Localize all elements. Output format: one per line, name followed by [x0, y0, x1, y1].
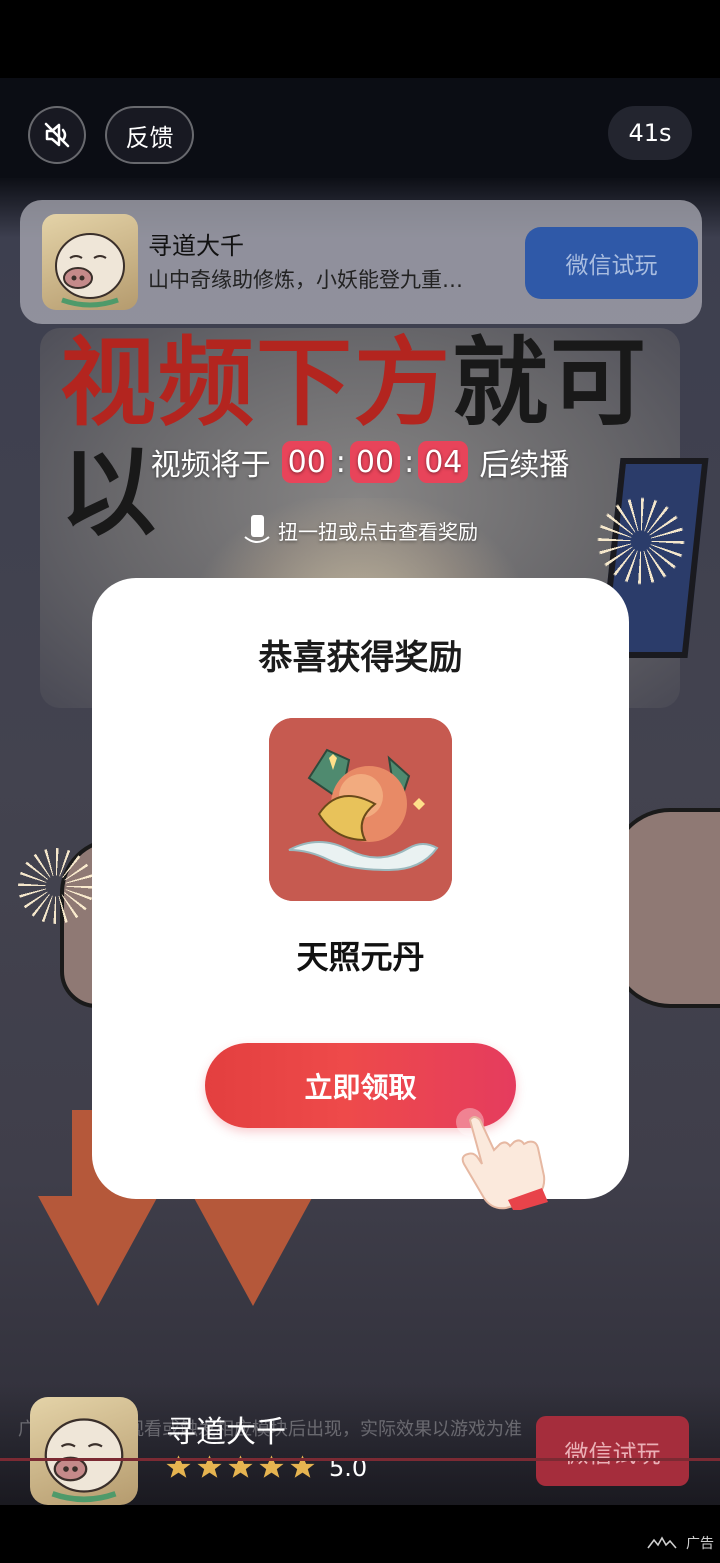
- progress-underline: [0, 1458, 720, 1461]
- ad-label: 广告: [646, 1533, 714, 1553]
- down-arrow-icon: [193, 1196, 313, 1306]
- ad-app-title: 寻道大千: [148, 232, 244, 260]
- mute-button[interactable]: [28, 106, 86, 164]
- countdown-prefix: 视频将于: [150, 448, 271, 483]
- top-controls: 反馈 41s: [0, 78, 720, 178]
- countdown-timer: 41s: [608, 106, 692, 160]
- countdown-suffix: 后续播: [479, 448, 570, 483]
- ad-card[interactable]: 寻道大千 山中奇缘助修炼，小妖能登九重… 微信试玩: [20, 200, 702, 324]
- video-banner-dark: 就可: [452, 326, 648, 439]
- countdown-minutes: 00: [349, 441, 401, 483]
- reward-dialog-title: 恭喜获得奖励: [258, 638, 463, 678]
- pig-character-icon: [55, 233, 125, 308]
- shake-hint[interactable]: 扭一扭或点击查看奖励: [0, 512, 720, 548]
- resume-countdown: 视频将于 00 : 00 : 04 后续播: [0, 440, 720, 484]
- shake-phone-icon: [244, 515, 270, 543]
- ad-network-logo-icon: [647, 1536, 677, 1549]
- pointing-hand-icon: [456, 1108, 548, 1210]
- app-icon: [42, 214, 138, 310]
- app-icon: [30, 1397, 138, 1505]
- speaker-muted-icon: [44, 122, 70, 148]
- feedback-button[interactable]: 反馈: [105, 106, 194, 164]
- wechat-trial-button[interactable]: 微信试玩: [525, 227, 698, 299]
- firework-icon: [18, 848, 94, 924]
- status-bar: [0, 0, 720, 78]
- golden-elixir-icon: [269, 718, 452, 901]
- ad-app-subtitle: 山中奇缘助修炼，小妖能登九重…: [148, 268, 463, 292]
- countdown-separator: :: [335, 444, 346, 480]
- bottom-wechat-trial-button[interactable]: 微信试玩: [536, 1416, 689, 1486]
- countdown-separator: :: [404, 444, 415, 480]
- video-banner-red: 视频下方: [60, 326, 452, 439]
- countdown-seconds: 04: [418, 441, 469, 483]
- shake-hint-text: 扭一扭或点击查看奖励: [278, 519, 478, 544]
- reward-name: 天照元丹: [296, 938, 425, 976]
- bottom-app-name: 寻道大千: [166, 1415, 286, 1450]
- pig-character-icon: [44, 1418, 124, 1503]
- bottom-app-bar[interactable]: 广告内容需要观看或触发相应模块后出现，实际效果以游戏为准 寻道大千 5.0 微信…: [0, 1385, 720, 1505]
- countdown-hours: 00: [281, 441, 332, 483]
- ad-label-text: 广告: [686, 1536, 714, 1552]
- down-arrow-icon: [38, 1196, 158, 1306]
